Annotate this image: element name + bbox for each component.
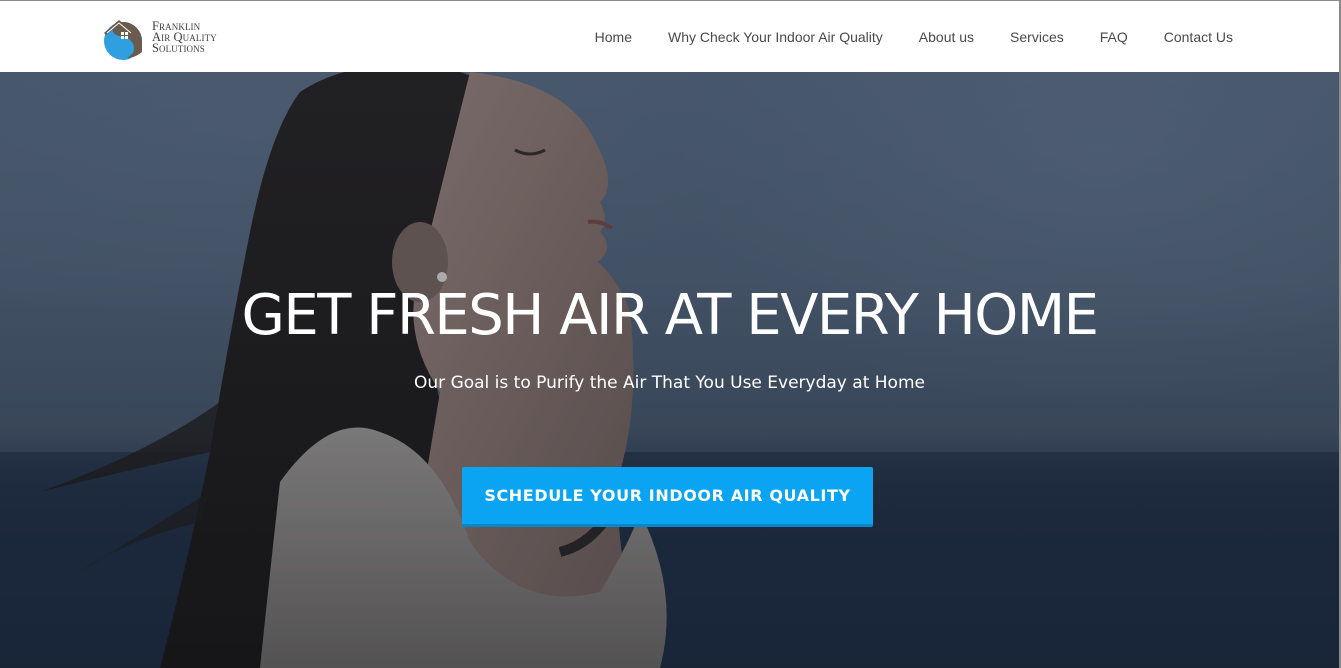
logo-line-3: Solutions [152, 40, 205, 55]
nav-services[interactable]: Services [1010, 29, 1064, 45]
nav-contact-us[interactable]: Contact Us [1164, 29, 1233, 45]
site-logo[interactable]: Franklin Air Quality Solutions [99, 12, 217, 62]
schedule-indoor-air-quality-button[interactable]: SCHEDULE YOUR INDOOR AIR QUALITY [462, 467, 873, 527]
house-drop-logo-icon [104, 20, 142, 60]
hero-title: GET FRESH AIR AT EVERY HOME [241, 283, 1099, 348]
hero-dark-overlay [0, 72, 1339, 668]
main-nav: Home Why Check Your Indoor Air Quality A… [595, 1, 1233, 72]
nav-about-us[interactable]: About us [919, 29, 974, 45]
nav-why-check-indoor-air-quality[interactable]: Why Check Your Indoor Air Quality [668, 29, 883, 45]
nav-home[interactable]: Home [595, 29, 632, 45]
hero-section: GET FRESH AIR AT EVERY HOME Our Goal is … [0, 72, 1339, 668]
nav-faq[interactable]: FAQ [1100, 29, 1128, 45]
logo-wordmark: Franklin Air Quality Solutions [152, 19, 217, 55]
hero-subtitle: Our Goal is to Purify the Air That You U… [414, 373, 925, 393]
site-header: Franklin Air Quality Solutions Home Why … [0, 1, 1339, 72]
